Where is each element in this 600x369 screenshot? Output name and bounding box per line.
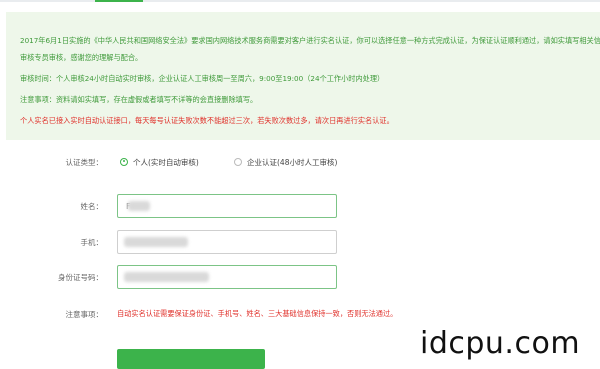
phone-redaction	[124, 237, 188, 247]
notice-audit-time: 审核时间：个人审核24小时自动实时审核，企业认证人工审核周一至周六，9:00至1…	[20, 74, 385, 83]
notice-text-1: 2017年6月1日实施的《中华人民共和国网络安全法》要求国内网络技术服务商需要对…	[20, 36, 600, 45]
notes-text: 自动实名认证需要保证身份证、手机号、姓名、三大基础信息保持一致，否则无法通过。	[117, 309, 398, 318]
name-redaction	[128, 201, 150, 211]
radio-personal[interactable]	[120, 157, 128, 166]
notice-warning: 个人实名已接入实时自动认证接口，每天每号认证失败次数不能超过三次，若失败次数过多…	[20, 116, 394, 125]
notice-attention: 注意事项：资料请如实填写，存在虚假或者填写不详等的会直接删除填写。	[20, 95, 258, 104]
type-label: 认证类型：	[65, 158, 104, 167]
id-label: 身份证号码：	[58, 273, 103, 282]
watermark: idcpu.com	[420, 326, 581, 361]
phone-label: 手机：	[80, 238, 104, 247]
name-input[interactable]	[117, 194, 337, 218]
name-label: 姓名：	[80, 202, 104, 211]
notice-panel: 2017年6月1日实施的《中华人民共和国网络安全法》要求国内网络技术服务商需要对…	[6, 12, 600, 140]
option-company-label[interactable]: 企业认证(48小时人工审核)	[247, 157, 337, 168]
notes-label: 注意事项：	[65, 310, 104, 319]
top-nav-underline	[0, 0, 600, 2]
notice-text-1b: 审核专员审核，感谢您的理解与配合。	[20, 53, 143, 62]
id-redaction	[124, 272, 209, 282]
active-tab-indicator	[95, 0, 143, 2]
radio-company[interactable]	[234, 157, 242, 166]
option-personal-label[interactable]: 个人(实时自动审核)	[133, 157, 199, 168]
submit-button[interactable]	[117, 349, 265, 369]
